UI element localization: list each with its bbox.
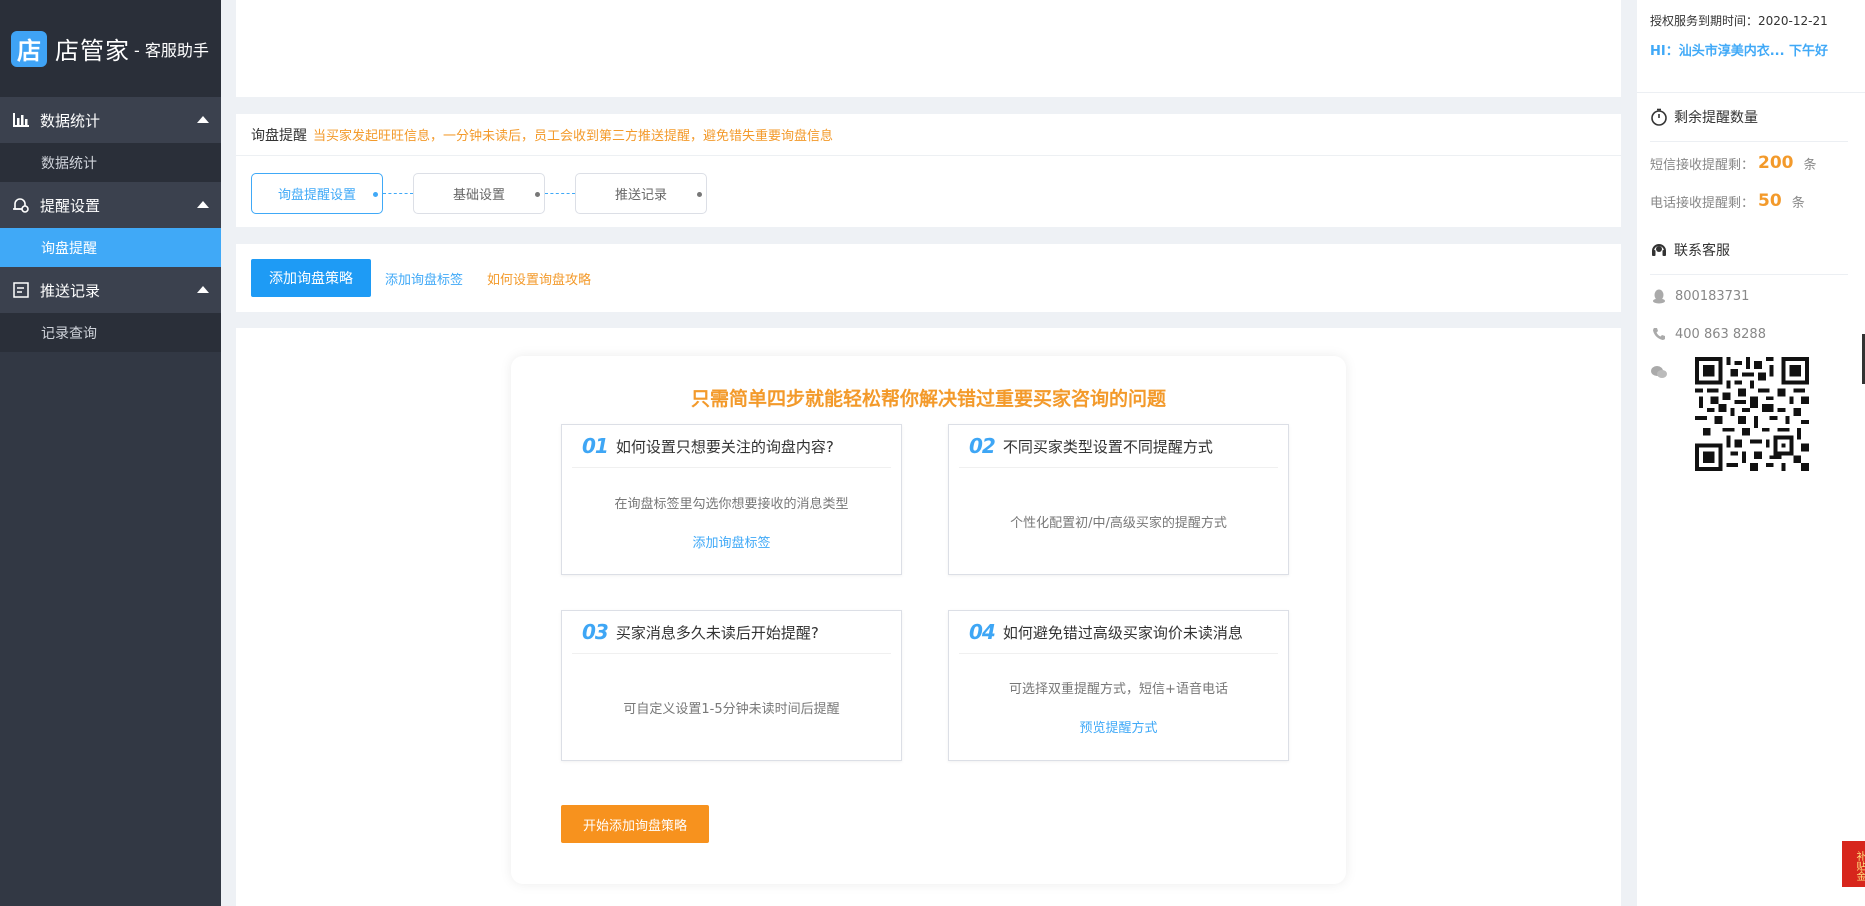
qq-icon — [1650, 289, 1668, 304]
step-tabs: 询盘提醒设置 基础设置 推送记录 — [236, 173, 1621, 214]
section-title: 联系客服 — [1674, 243, 1730, 259]
step-question: 如何设置只想要关注的询盘内容? — [615, 437, 834, 456]
push-log-icon — [12, 281, 30, 299]
step-label: 询盘提醒设置 — [277, 188, 356, 203]
step-dot — [535, 192, 540, 197]
nav-group-label: 推送记录 — [40, 281, 101, 300]
step-description: 可自定义设置1-5分钟未读时间后提醒 — [623, 702, 840, 717]
contact-section: 联系客服 800183731 400 863 8288 — [1637, 226, 1865, 471]
headset-icon — [1650, 241, 1668, 259]
panel-header: 询盘提醒 当买家发起旺旺信息，一分钟未读后，员工会收到第三方推送提醒，避免错失重… — [236, 114, 1621, 156]
wechat-row — [1650, 353, 1852, 471]
step-dot — [697, 192, 702, 197]
nav-group-label: 提醒设置 — [40, 196, 101, 215]
step-number: 03 — [582, 620, 609, 644]
preview-reminder-link[interactable]: 预览提醒方式 — [949, 717, 1288, 736]
step-number: 04 — [969, 620, 996, 644]
sidebar: 店 店管家 - 客服助手 数据统计 数据统计 提醒设置 询盘提醒 推送记录 记录… — [0, 0, 221, 906]
guide-title: 只需简单四步就能轻松帮你解决错过重要买家咨询的问题 — [690, 388, 1166, 410]
qq-row: 800183731 — [1650, 277, 1852, 315]
phone-remaining: 电话接收提醒剩： 50 条 — [1650, 182, 1852, 220]
contact-title: 联系客服 — [1650, 226, 1848, 275]
top-blank-panel — [236, 0, 1621, 97]
greeting: HI：汕头市淳美内衣... 下午好 — [1650, 44, 1829, 59]
guide-card: 只需简单四步就能轻松帮你解决错过重要买家咨询的问题 01 如何设置只想要关注的询… — [511, 356, 1346, 884]
qq-number[interactable]: 800183731 — [1675, 289, 1749, 304]
guide-step-header: 04 如何避免错过高级买家询价未读消息 — [959, 611, 1278, 654]
guide-step-header: 02 不同买家类型设置不同提醒方式 — [959, 425, 1278, 468]
step-label: 基础设置 — [452, 188, 505, 203]
caret-up-icon — [197, 116, 209, 123]
remaining-title: 剩余提醒数量 — [1650, 93, 1848, 142]
guide-step-1: 01 如何设置只想要关注的询盘内容? 在询盘标签里勾选你想要接收的消息类型 添加… — [561, 424, 902, 575]
guide-step-2: 02 不同买家类型设置不同提醒方式 个性化配置初/中/高级买家的提醒方式 — [948, 424, 1289, 575]
step-number: 01 — [582, 434, 609, 458]
right-panel: 授权服务到期时间：2020-12-21 HI：汕头市淳美内衣... 下午好 剩余… — [1637, 0, 1865, 906]
step-basic-settings[interactable]: 基础设置 — [413, 173, 545, 214]
guide-step-4: 04 如何避免错过高级买家询价未读消息 可选择双重提醒方式，短信+语音电话 预览… — [948, 610, 1289, 761]
add-tag-link[interactable]: 添加询盘标签 — [562, 532, 901, 551]
step-number: 02 — [969, 434, 996, 458]
guide-step-3: 03 买家消息多久未读后开始提醒? 可自定义设置1-5分钟未读时间后提醒 — [561, 610, 902, 761]
nav-group-label: 数据统计 — [40, 111, 101, 130]
action-bar: 添加询盘策略 添加询盘标签 如何设置询盘攻略 — [236, 244, 1621, 312]
sms-count: 200 — [1758, 153, 1794, 173]
phone-label: 电话接收提醒剩： — [1650, 195, 1755, 211]
phone-icon — [1650, 327, 1668, 341]
guide-step-header: 03 买家消息多久未读后开始提醒? — [572, 611, 891, 654]
step-connector — [383, 193, 413, 194]
logo-name: 店管家 — [55, 37, 130, 65]
step-inquiry-settings[interactable]: 询盘提醒设置 — [251, 173, 383, 214]
step-description: 在询盘标签里勾选你想要接收的消息类型 — [614, 497, 849, 512]
phone-number[interactable]: 400 863 8288 — [1675, 327, 1766, 342]
step-question: 如何避免错过高级买家询价未读消息 — [1002, 623, 1243, 642]
add-tag-link[interactable]: 添加询盘标签 — [385, 269, 463, 288]
bell-gear-icon — [12, 196, 30, 214]
caret-up-icon — [197, 201, 209, 208]
qr-code — [1695, 357, 1809, 471]
logo-subtitle: - 客服助手 — [134, 40, 209, 60]
unit-label: 条 — [1791, 195, 1805, 211]
stopwatch-icon — [1650, 108, 1668, 126]
guide-step-header: 01 如何设置只想要关注的询盘内容? — [572, 425, 891, 468]
step-push-records[interactable]: 推送记录 — [575, 173, 707, 214]
sms-remaining: 短信接收提醒剩： 200 条 — [1650, 144, 1852, 182]
account-info: 授权服务到期时间：2020-12-21 HI：汕头市淳美内衣... 下午好 — [1637, 0, 1865, 93]
nav-item-statistics[interactable]: 数据统计 — [0, 143, 221, 182]
phone-row: 400 863 8288 — [1650, 315, 1852, 353]
step-question: 买家消息多久未读后开始提醒? — [615, 623, 819, 642]
step-question: 不同买家类型设置不同提醒方式 — [1002, 437, 1213, 456]
nav-item-record-query[interactable]: 记录查询 — [0, 313, 221, 352]
nav-group-push-records[interactable]: 推送记录 — [0, 267, 221, 313]
sms-label: 短信接收提醒剩： — [1650, 157, 1755, 173]
guide-panel: 只需简单四步就能轻松帮你解决错过重要买家咨询的问题 01 如何设置只想要关注的询… — [236, 328, 1621, 906]
expiry-date: 授权服务到期时间：2020-12-21 — [1650, 14, 1828, 28]
panel-title: 询盘提醒 — [251, 127, 307, 144]
step-dot — [373, 192, 378, 197]
howto-link[interactable]: 如何设置询盘攻略 — [487, 269, 591, 288]
step-label: 推送记录 — [614, 188, 667, 203]
nav-group-reminder-settings[interactable]: 提醒设置 — [0, 182, 221, 228]
start-add-strategy-button[interactable]: 开始添加询盘策略 — [561, 805, 709, 843]
logo-icon: 店 — [11, 30, 47, 67]
section-title: 剩余提醒数量 — [1674, 110, 1758, 126]
caret-up-icon — [197, 286, 209, 293]
nav-group-statistics[interactable]: 数据统计 — [0, 97, 221, 143]
add-strategy-button[interactable]: 添加询盘策略 — [251, 259, 371, 297]
logo: 店 店管家 - 客服助手 — [0, 0, 221, 97]
phone-count: 50 — [1758, 191, 1782, 211]
remaining-section: 剩余提醒数量 短信接收提醒剩： 200 条 电话接收提醒剩： 50 条 — [1637, 93, 1865, 220]
panel-tip: 当买家发起旺旺信息，一分钟未读后，员工会收到第三方推送提醒，避免错失重要询盘信息 — [313, 129, 834, 144]
subsidy-badge[interactable]: 补贴金 — [1842, 841, 1865, 887]
nav-item-inquiry-reminder[interactable]: 询盘提醒 — [0, 228, 221, 267]
unit-label: 条 — [1803, 157, 1817, 173]
inquiry-reminder-panel: 询盘提醒 当买家发起旺旺信息，一分钟未读后，员工会收到第三方推送提醒，避免错失重… — [236, 114, 1621, 227]
step-description: 可选择双重提醒方式，短信+语音电话 — [1009, 682, 1228, 697]
step-description: 个性化配置初/中/高级买家的提醒方式 — [1010, 516, 1227, 531]
wechat-icon — [1650, 365, 1668, 379]
step-connector — [545, 193, 575, 194]
bar-chart-icon — [12, 111, 30, 129]
